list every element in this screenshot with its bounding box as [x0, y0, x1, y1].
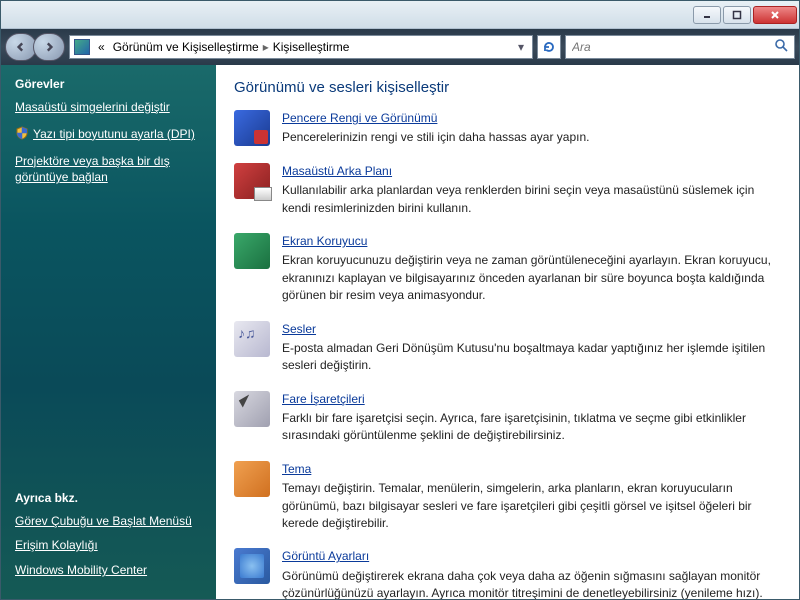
item-display-settings: Görüntü Ayarları Görünümü değiştirerek ek… [234, 548, 781, 599]
item-desktop-background: Masaüstü Arka Planı Kullanılabilir arka p… [234, 163, 781, 217]
desc: Görünümü değiştirerek ekrana daha çok ve… [282, 568, 781, 599]
link-theme[interactable]: Tema [282, 461, 311, 478]
task-label: Görev Çubuğu ve Başlat Menüsü [15, 513, 192, 530]
item-screen-saver: Ekran Koruyucu Ekran koruyucunuzu değişti… [234, 233, 781, 305]
sounds-icon [234, 321, 270, 357]
refresh-button[interactable] [537, 35, 561, 59]
theme-icon [234, 461, 270, 497]
forward-button[interactable] [33, 33, 65, 61]
link-desktop-background[interactable]: Masaüstü Arka Planı [282, 163, 392, 180]
desc: Farklı bir fare işaretçisi seçin. Ayrıca… [282, 410, 781, 445]
search-input[interactable] [572, 40, 774, 54]
tasks-header: Görevler [15, 77, 202, 91]
breadcrumb-prefix[interactable]: « [94, 40, 109, 54]
see-taskbar[interactable]: Görev Çubuğu ve Başlat Menüsü [15, 513, 202, 530]
titlebar [1, 1, 799, 29]
item-mouse-pointers: Fare İşaretçileri Farklı bir fare işaretç… [234, 391, 781, 445]
link-window-color[interactable]: Pencere Rengi ve Görünümü [282, 110, 437, 127]
link-sounds[interactable]: Sesler [282, 321, 316, 338]
task-label: Erişim Kolaylığı [15, 537, 98, 554]
navbar: « Görünüm ve Kişiselleştirme ▸ Kişiselle… [1, 29, 799, 65]
shield-icon [15, 126, 29, 140]
minimize-button[interactable] [693, 6, 721, 24]
display-settings-icon [234, 548, 270, 584]
control-panel-window: « Görünüm ve Kişiselleştirme ▸ Kişiselle… [0, 0, 800, 600]
desc: Kullanılabilir arka planlardan veya renk… [282, 182, 781, 217]
address-bar[interactable]: « Görünüm ve Kişiselleştirme ▸ Kişiselle… [69, 35, 533, 59]
desc: Ekran koruyucunuzu değiştirin veya ne za… [282, 252, 781, 304]
desc: Pencerelerinizin rengi ve stili için dah… [282, 129, 781, 146]
link-mouse-pointers[interactable]: Fare İşaretçileri [282, 391, 365, 408]
breadcrumb-parent[interactable]: Görünüm ve Kişiselleştirme [109, 40, 263, 54]
main-content: Görünümü ve sesleri kişiselleştir Pencer… [216, 65, 799, 599]
screen-saver-icon [234, 233, 270, 269]
task-label: Masaüstü simgelerini değiştir [15, 99, 170, 116]
task-label: Projektöre veya başka bir dış görüntüye … [15, 153, 202, 187]
desc: Temayı değiştirin. Temalar, menülerin, s… [282, 480, 781, 532]
item-sounds: Sesler E-posta almadan Geri Dönüşüm Kutus… [234, 321, 781, 375]
sidebar: Görevler Masaüstü simgelerini değiştir Y… [1, 65, 216, 599]
link-display-settings[interactable]: Görüntü Ayarları [282, 548, 369, 565]
desktop-background-icon [234, 163, 270, 199]
see-mobility-center[interactable]: Windows Mobility Center [15, 562, 202, 579]
see-also: Ayrıca bkz. Görev Çubuğu ve Başlat Menüs… [15, 491, 202, 587]
close-button[interactable] [753, 6, 797, 24]
spacer [15, 196, 202, 490]
desc: E-posta almadan Geri Dönüşüm Kutusu'nu b… [282, 340, 781, 375]
nav-buttons [5, 33, 65, 61]
task-label: Windows Mobility Center [15, 562, 147, 579]
task-label: Yazı tipi boyutunu ayarla (DPI) [33, 126, 195, 143]
maximize-button[interactable] [723, 6, 751, 24]
link-screen-saver[interactable]: Ekran Koruyucu [282, 233, 367, 250]
task-dpi[interactable]: Yazı tipi boyutunu ayarla (DPI) [15, 126, 202, 143]
body: Görevler Masaüstü simgelerini değiştir Y… [1, 65, 799, 599]
breadcrumb-current[interactable]: Kişiselleştirme [269, 40, 354, 54]
page-title: Görünümü ve sesleri kişiselleştir [234, 79, 781, 96]
search-icon[interactable] [774, 38, 788, 57]
personalization-icon [74, 39, 90, 55]
mouse-pointers-icon [234, 391, 270, 427]
search-box[interactable] [565, 35, 795, 59]
task-desktop-icons[interactable]: Masaüstü simgelerini değiştir [15, 99, 202, 116]
task-projector[interactable]: Projektöre veya başka bir dış görüntüye … [15, 153, 202, 187]
see-also-header: Ayrıca bkz. [15, 491, 202, 505]
see-ease-of-access[interactable]: Erişim Kolaylığı [15, 537, 202, 554]
address-dropdown[interactable]: ▾ [514, 40, 528, 54]
item-window-color: Pencere Rengi ve Görünümü Pencerelerinizi… [234, 110, 781, 147]
window-color-icon [234, 110, 270, 146]
item-theme: Tema Temayı değiştirin. Temalar, menüleri… [234, 461, 781, 533]
